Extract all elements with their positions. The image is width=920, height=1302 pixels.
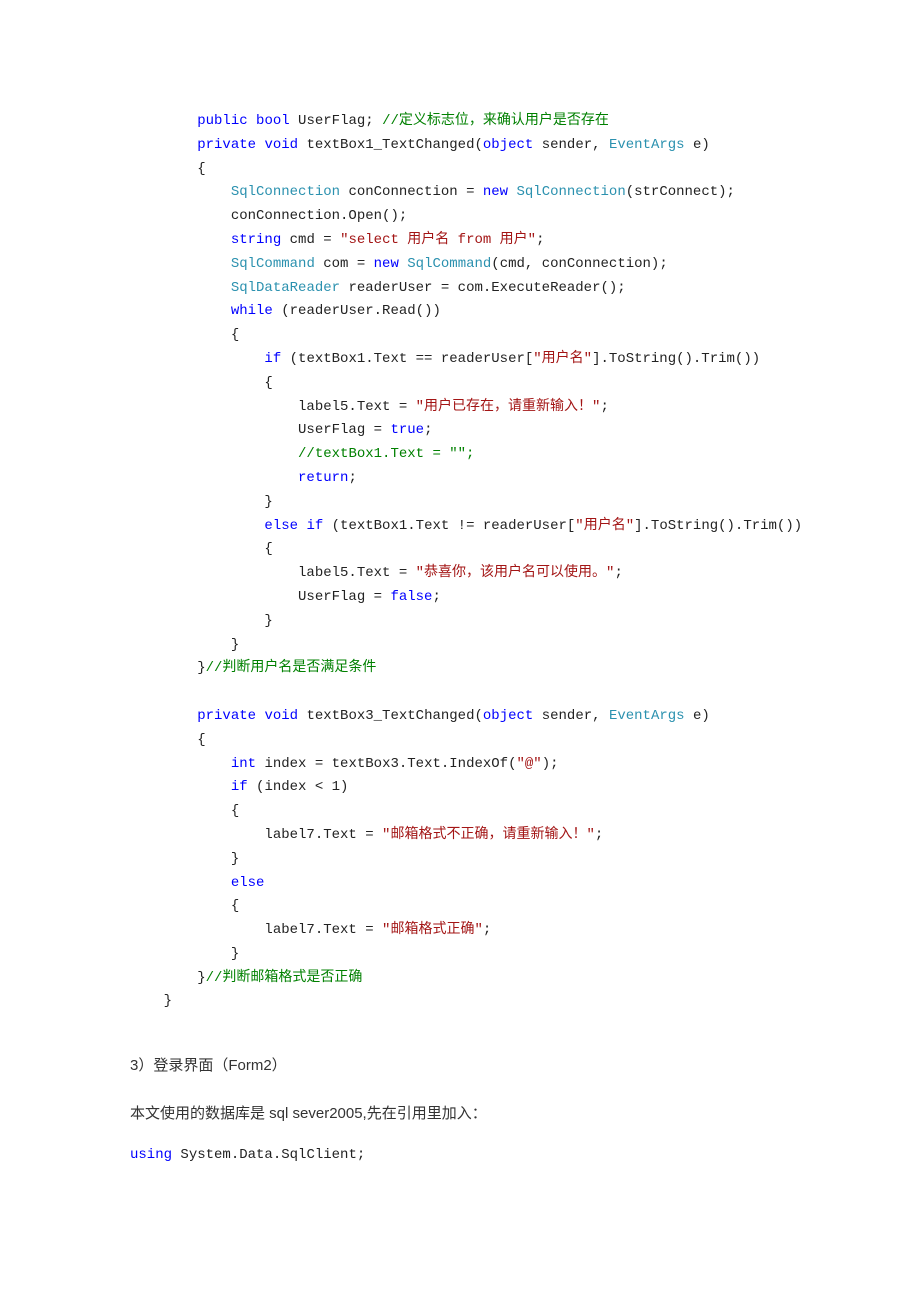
using-statement: using System.Data.SqlClient;	[130, 1144, 790, 1166]
paragraph-text: 本文使用的数据库是 sql sever2005,先在引用里加入：	[130, 1102, 790, 1126]
code-block-1: public bool UserFlag; //定义标志位，来确认用户是否存在 …	[130, 110, 790, 1014]
document-page: public bool UserFlag; //定义标志位，来确认用户是否存在 …	[0, 0, 920, 1247]
section-heading: 3）登录界面（Form2）	[130, 1054, 790, 1078]
